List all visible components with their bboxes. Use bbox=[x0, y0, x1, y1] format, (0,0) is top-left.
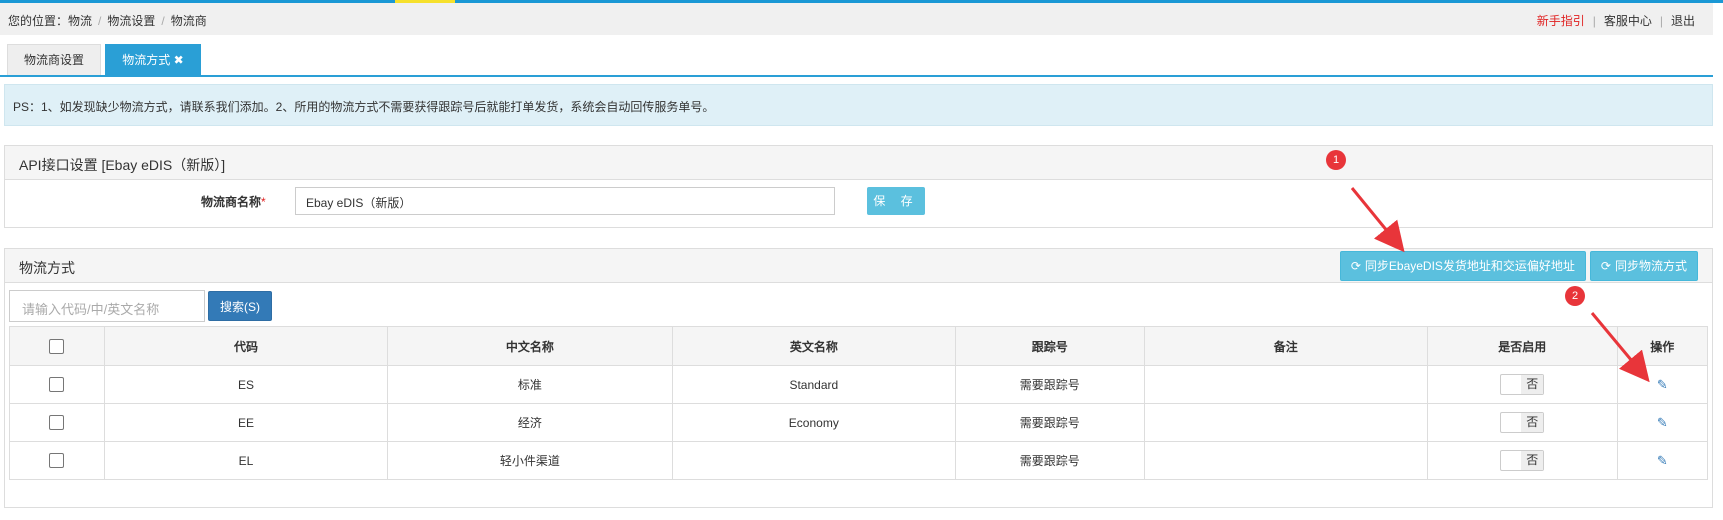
row-select-cell bbox=[9, 441, 105, 480]
toggle-off-label: 否 bbox=[1521, 451, 1544, 470]
cell-note bbox=[1143, 365, 1428, 404]
cell-code: EE bbox=[103, 403, 389, 442]
save-button[interactable]: 保 存 bbox=[867, 187, 925, 215]
enabled-toggle[interactable]: 否 bbox=[1500, 450, 1545, 471]
carrier-name-input[interactable]: Ebay eDIS（新版） bbox=[295, 187, 835, 215]
cell-enabled: 否 bbox=[1426, 365, 1618, 404]
tab-carrier-settings[interactable]: 物流商设置 bbox=[7, 44, 101, 76]
breadcrumb: 您的位置：物流 / 物流设置 / 物流商 bbox=[8, 12, 207, 29]
search-input[interactable]: 请输入代码/中/英文名称 bbox=[9, 290, 205, 322]
tab-shipping-methods[interactable]: 物流方式 ✖ bbox=[105, 44, 201, 76]
enabled-toggle[interactable]: 否 bbox=[1500, 412, 1545, 433]
toggle-off-label: 否 bbox=[1521, 413, 1544, 432]
cell-en-name: Economy bbox=[671, 403, 957, 442]
required-mark: * bbox=[261, 195, 266, 209]
service-link[interactable]: 客服中心 bbox=[1604, 14, 1652, 28]
cell-tracking: 需要跟踪号 bbox=[955, 403, 1145, 442]
select-all-cell bbox=[9, 326, 105, 366]
api-panel-title: API接口设置 [Ebay eDIS（新版）] bbox=[19, 157, 226, 173]
ship-panel-title: 物流方式 bbox=[19, 260, 75, 276]
sync-methods-button[interactable]: ⟳ 同步物流方式 bbox=[1589, 251, 1698, 281]
carrier-name-label: 物流商名称* bbox=[201, 193, 266, 210]
ship-panel-header: 物流方式 ⟳ 同步EbayeDIS发货地址和交运偏好地址 ⟳ 同步物流方式 bbox=[5, 249, 1712, 283]
edit-icon[interactable]: ✎ bbox=[1657, 415, 1668, 430]
annotation-badge-2: 2 bbox=[1565, 286, 1585, 306]
refresh-icon: ⟳ bbox=[1600, 259, 1611, 273]
table-row: EE 经济 Economy 需要跟踪号 否 ✎ bbox=[9, 403, 1709, 442]
row-checkbox[interactable] bbox=[49, 415, 65, 431]
cell-cn-name: 标准 bbox=[387, 365, 673, 404]
ship-panel-actions: ⟳ 同步EbayeDIS发货地址和交运偏好地址 ⟳ 同步物流方式 bbox=[1336, 251, 1698, 281]
breadcrumb-item-logistics-settings[interactable]: 物流设置 bbox=[107, 14, 155, 28]
column-header-enabled: 是否启用 bbox=[1426, 326, 1618, 366]
guide-link[interactable]: 新手指引 bbox=[1537, 14, 1585, 28]
column-header-code: 代码 bbox=[103, 326, 389, 366]
carrier-name-label-text: 物流商名称 bbox=[201, 195, 262, 209]
row-checkbox[interactable] bbox=[49, 453, 65, 469]
breadcrumb-separator: / bbox=[161, 14, 165, 28]
refresh-icon: ⟳ bbox=[1350, 259, 1361, 273]
breadcrumb-item-logistics[interactable]: 物流 bbox=[68, 14, 92, 28]
api-settings-panel: API接口设置 [Ebay eDIS（新版）] 物流商名称* Ebay eDIS… bbox=[4, 145, 1713, 228]
cell-tracking: 需要跟踪号 bbox=[955, 365, 1145, 404]
row-select-cell bbox=[9, 403, 105, 442]
cell-code: ES bbox=[103, 365, 389, 404]
row-checkbox[interactable] bbox=[49, 377, 65, 393]
cell-actions: ✎ bbox=[1616, 403, 1709, 442]
sync-methods-label: 同步物流方式 bbox=[1614, 259, 1687, 273]
column-header-tracking: 跟踪号 bbox=[955, 326, 1145, 366]
enabled-toggle[interactable]: 否 bbox=[1500, 374, 1545, 395]
cell-enabled: 否 bbox=[1426, 441, 1618, 480]
breadcrumb-separator: / bbox=[98, 14, 102, 28]
tab-underline bbox=[0, 75, 1713, 77]
table-row: ES 标准 Standard 需要跟踪号 否 ✎ bbox=[9, 365, 1709, 404]
cell-cn-name: 经济 bbox=[387, 403, 673, 442]
cell-note bbox=[1143, 403, 1428, 442]
cell-code: EL bbox=[103, 441, 389, 480]
breadcrumb-prefix: 您的位置： bbox=[8, 14, 69, 28]
annotation-badge-1: 1 bbox=[1326, 150, 1346, 170]
cell-note bbox=[1143, 441, 1428, 480]
cell-enabled: 否 bbox=[1426, 403, 1618, 442]
column-header-en-name: 英文名称 bbox=[671, 326, 957, 366]
top-links: 新手指引 | 客服中心 | 退出 bbox=[1537, 12, 1695, 29]
logout-link[interactable]: 退出 bbox=[1671, 14, 1695, 28]
column-header-note: 备注 bbox=[1143, 326, 1428, 366]
table-header-row: 代码 中文名称 英文名称 跟踪号 备注 是否启用 操作 bbox=[9, 326, 1709, 366]
shipping-methods-table: 代码 中文名称 英文名称 跟踪号 备注 是否启用 操作 ES 标准 Standa… bbox=[9, 326, 1709, 480]
breadcrumb-bar: 您的位置：物流 / 物流设置 / 物流商 新手指引 | 客服中心 | 退出 bbox=[0, 3, 1713, 35]
table-row: EL 轻小件渠道 需要跟踪号 否 ✎ bbox=[9, 441, 1709, 480]
edit-icon[interactable]: ✎ bbox=[1657, 453, 1668, 468]
notice-banner: PS：1、如发现缺少物流方式，请联系我们添加。2、所用的物流方式不需要获得跟踪号… bbox=[4, 84, 1713, 126]
cell-en-name bbox=[671, 441, 957, 480]
sync-address-label: 同步EbayeDIS发货地址和交运偏好地址 bbox=[1364, 259, 1575, 273]
column-header-cn-name: 中文名称 bbox=[387, 326, 673, 366]
top-link-separator: | bbox=[1592, 14, 1596, 28]
cell-tracking: 需要跟踪号 bbox=[955, 441, 1145, 480]
shipping-methods-panel: 物流方式 ⟳ 同步EbayeDIS发货地址和交运偏好地址 ⟳ 同步物流方式 请输入代码… bbox=[4, 248, 1713, 508]
edit-icon[interactable]: ✎ bbox=[1657, 377, 1668, 392]
api-panel-header: API接口设置 [Ebay eDIS（新版）] bbox=[5, 146, 1712, 180]
cell-en-name: Standard bbox=[671, 365, 957, 404]
column-header-actions: 操作 bbox=[1616, 326, 1709, 366]
cell-cn-name: 轻小件渠道 bbox=[387, 441, 673, 480]
search-button[interactable]: 搜索(S) bbox=[208, 291, 272, 321]
cell-actions: ✎ bbox=[1616, 441, 1709, 480]
select-all-checkbox[interactable] bbox=[49, 338, 65, 354]
breadcrumb-item-carrier: 物流商 bbox=[170, 14, 207, 28]
row-select-cell bbox=[9, 365, 105, 404]
top-link-separator: | bbox=[1659, 14, 1663, 28]
sync-address-button[interactable]: ⟳ 同步EbayeDIS发货地址和交运偏好地址 bbox=[1339, 251, 1586, 281]
toggle-off-label: 否 bbox=[1521, 375, 1544, 394]
cell-actions: ✎ bbox=[1616, 365, 1709, 404]
